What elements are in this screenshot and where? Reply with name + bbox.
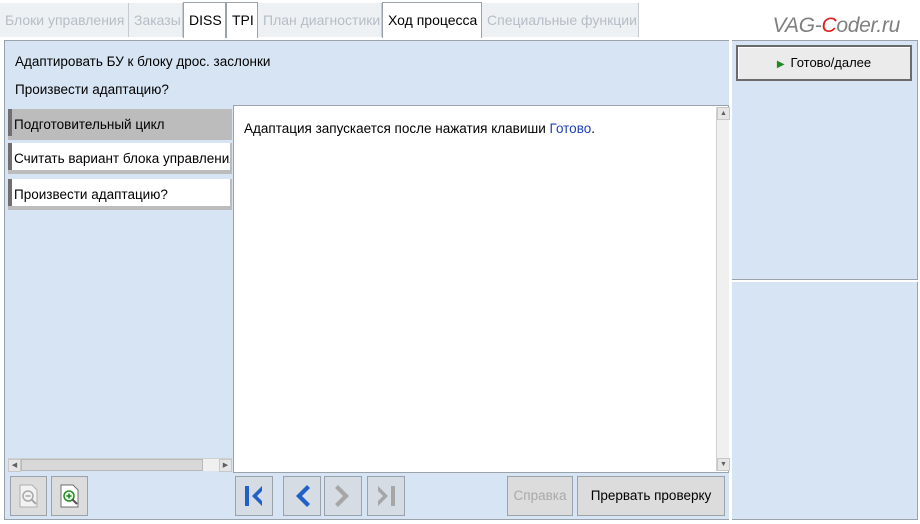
scroll-down-icon[interactable]: ▼ [717,458,730,471]
right-panel-divider-line [732,279,918,280]
step-item-read-variant[interactable]: Считать вариант блока управления [8,143,232,174]
ready-next-button[interactable]: ▶ Готово/далее [736,45,912,81]
step-marker [8,179,12,206]
zoom-in-icon [60,484,79,508]
scroll-left-icon[interactable]: ◀ [8,459,21,472]
tab-special-functions[interactable]: Специальные функции [482,3,639,37]
skip-first-icon [245,486,262,506]
step-item-preparation[interactable]: Подготовительный цикл [8,109,232,140]
step-label: Подготовительный цикл [14,109,230,136]
tab-diagnostic-plan[interactable]: План диагностики [258,3,382,37]
content-pane: Адаптация запускается после нажатия клав… [233,105,729,473]
abort-test-button[interactable]: Прервать проверку [577,476,725,516]
skip-last-icon [378,486,395,506]
nav-back-button[interactable] [283,476,321,516]
tab-process[interactable]: Ход процесса [382,2,482,38]
ready-link[interactable]: Готово [550,121,592,136]
tab-control-units[interactable]: Блоки управления [0,3,129,37]
zoom-out-button[interactable] [10,476,47,516]
step-item-adaptation[interactable]: Произвести адаптацию? [8,179,232,210]
scroll-thumb[interactable] [21,459,203,471]
step-label: Произвести адаптацию? [14,187,168,202]
page-question: Произвести адаптацию? [15,82,169,97]
content-message: Адаптация запускается после нажатия клав… [244,121,595,136]
nav-first-button[interactable] [235,476,273,516]
scroll-right-icon[interactable]: ▶ [219,459,232,472]
nav-forward-button[interactable] [324,476,362,516]
steps-list: Подготовительный цикл Считать вариант бл… [8,105,232,473]
step-label: Считать вариант блока управления [14,151,232,166]
tab-bar: Блоки управления Заказы DISS TPI План ди… [0,0,920,38]
play-icon: ▶ [776,59,785,70]
watermark: VAG-Coder.ru [772,14,900,37]
page-title: Адаптировать БУ к блоку дрос. заслонки [15,54,271,69]
tab-tpi[interactable]: TPI [226,2,258,38]
step-marker [8,143,12,170]
zoom-out-icon [19,484,38,508]
nav-last-button[interactable] [367,476,405,516]
zoom-in-button[interactable] [51,476,88,516]
scroll-up-icon[interactable]: ▲ [717,107,730,120]
tab-orders[interactable]: Заказы [129,3,183,37]
help-button[interactable]: Справка [507,476,573,516]
step-marker [8,109,12,136]
chevron-left-icon [296,485,310,507]
steps-horizontal-scrollbar[interactable]: ◀ ▶ [8,458,232,472]
chevron-right-icon [335,485,349,507]
tab-diss[interactable]: DISS [183,2,226,38]
content-vertical-scrollbar[interactable]: ▲ ▼ [716,107,730,471]
